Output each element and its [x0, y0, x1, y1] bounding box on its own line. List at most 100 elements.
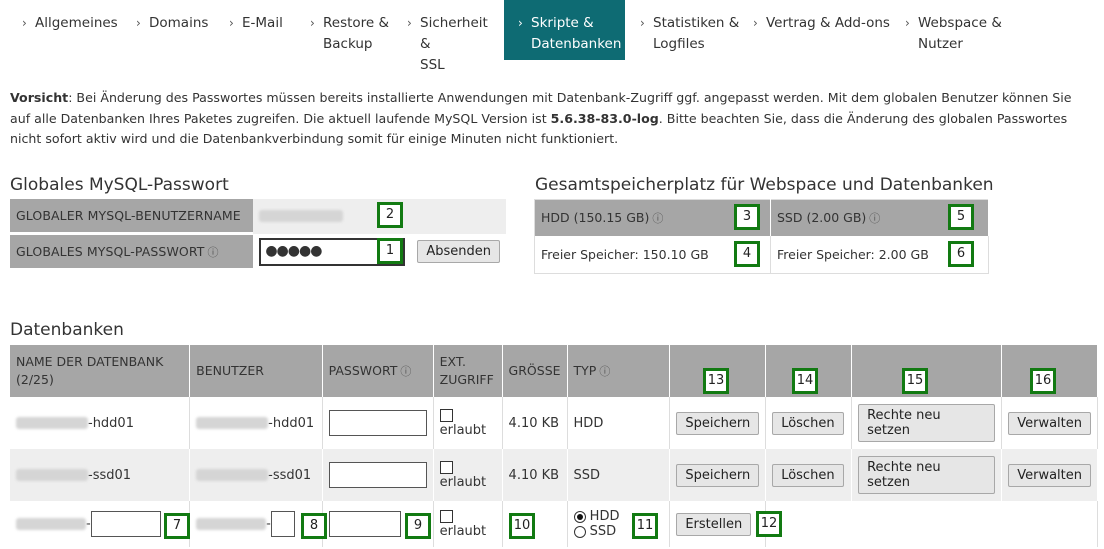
annotation-badge: 12 [756, 511, 782, 537]
tab-restore-backup[interactable]: › Restore & Backup [305, 0, 395, 60]
tab-statistiken-logfiles[interactable]: › Statistiken & Logfiles [635, 0, 740, 60]
info-icon[interactable]: ⓘ [652, 210, 663, 226]
global-user-label: GLOBALER MYSQL-BENUTZERNAME [10, 199, 254, 235]
radio-hdd[interactable] [573, 510, 586, 523]
submit-cell: Absenden [411, 233, 506, 270]
info-icon[interactable]: ⓘ [400, 363, 411, 381]
blurred-db-name [16, 417, 88, 429]
chevron-right-icon: › [905, 16, 910, 30]
delete-button[interactable]: Löschen [772, 463, 844, 487]
ssd-label: SSD (2.00 GB) [777, 210, 867, 225]
tab-label-line2: Logfiles [653, 36, 705, 52]
empty-cell [851, 501, 1002, 547]
db-user-suffix: -hdd01 [268, 415, 315, 431]
db-user-suffix: -ssd01 [268, 467, 312, 483]
chevron-right-icon: › [518, 16, 523, 30]
mysql-section-title: Globales MySQL-Passwort [10, 175, 229, 195]
tab-allgemeines[interactable]: › Allgemeines [17, 0, 127, 60]
tab-vertrag-addons[interactable]: › Vertrag & Add-ons [748, 0, 898, 60]
submit-button[interactable]: Absenden [417, 240, 500, 263]
blurred-db-user [196, 469, 269, 481]
storage-section-title: Gesamtspeicherplatz für Webspace und Dat… [535, 175, 994, 195]
annotation-badge: 1 [377, 238, 403, 264]
annotation-badge: 3 [734, 204, 760, 230]
chevron-right-icon: › [753, 16, 758, 30]
blurred-db-user [196, 417, 269, 429]
db-password-cell [322, 397, 434, 449]
info-icon[interactable]: ⓘ [869, 210, 880, 226]
info-icon[interactable]: ⓘ [599, 363, 610, 381]
save-cell: Speichern [669, 449, 767, 501]
annotation-badge: 4 [734, 241, 760, 267]
col-ext-access: EXT. ZUGRIFF [433, 345, 503, 397]
save-button[interactable]: Speichern [676, 463, 760, 487]
save-cell: Speichern [669, 397, 767, 449]
tab-skripte-datenbanken[interactable]: › Skripte & Datenbanken [504, 0, 625, 60]
warning-text: Vorsicht: Bei Änderung des Passwortes mü… [10, 88, 1095, 150]
blurred-db-name [16, 469, 88, 481]
blurred-prefix [196, 518, 267, 530]
radio-hdd-label: HDD [589, 509, 620, 524]
db-name-suffix: -hdd01 [88, 415, 134, 431]
annotation-badge: 7 [164, 513, 190, 539]
new-db-password-input[interactable] [328, 511, 401, 537]
annotation-badge: 5 [948, 204, 974, 230]
tab-webspace-nutzer[interactable]: › Webspace & Nutzer [900, 0, 1010, 60]
new-ext-access-cell: erlaubt [433, 501, 503, 547]
db-password-input[interactable] [328, 410, 427, 436]
tab-label: Allgemeines [35, 15, 118, 31]
empty-cell [1001, 501, 1098, 547]
manage-button[interactable]: Verwalten [1008, 411, 1091, 435]
annotation-badge: 9 [405, 513, 431, 539]
db-size: 4.10 KB [502, 449, 568, 501]
global-password-label-cell: GLOBALES MYSQL-PASSWORT ⓘ [10, 233, 254, 271]
col-type-label: TYP [573, 362, 597, 378]
reset-permissions-button[interactable]: Rechte neu setzen [858, 456, 996, 494]
ext-access-label: erlaubt [439, 475, 487, 490]
db-password-input[interactable] [328, 462, 427, 488]
tab-label: Sicherheit & [420, 15, 488, 52]
tab-sicherheit-ssl[interactable]: › Sicherheit & SSL [402, 0, 502, 73]
new-ext-access-checkbox[interactable] [439, 510, 453, 523]
col-ext-line1: EXT. [439, 354, 467, 369]
create-cell: Erstellen [669, 501, 767, 547]
blurred-username [259, 210, 344, 223]
table-header-row: NAME DER DATENBANK (2/25) BENUTZER PASSW… [10, 345, 1098, 397]
col-name: NAME DER DATENBANK (2/25) [10, 345, 191, 397]
annotation-badge: 8 [301, 513, 327, 539]
reset-permissions-button[interactable]: Rechte neu setzen [858, 404, 996, 442]
ext-access-checkbox[interactable] [439, 409, 453, 422]
tab-label-line2: Backup [323, 36, 373, 52]
new-db-name-input[interactable] [90, 511, 161, 537]
annotation-badge: 2 [377, 202, 403, 228]
delete-button[interactable]: Löschen [772, 411, 844, 435]
db-password-cell [322, 449, 434, 501]
table-row: -ssd01 -ssd01 erlaubt 4.10 KB SSD Speich… [10, 449, 1098, 501]
db-user-cell: -ssd01 [189, 449, 323, 501]
chevron-right-icon: › [640, 16, 645, 30]
delete-cell: Löschen [765, 397, 853, 449]
blurred-prefix [16, 518, 86, 530]
info-icon[interactable]: ⓘ [207, 244, 218, 260]
col-password-label: PASSWORT [328, 362, 398, 378]
tab-label-line2: SSL [420, 57, 445, 73]
tab-domains[interactable]: › Domains [131, 0, 221, 60]
annotation-badge: 16 [1030, 368, 1056, 394]
db-name-suffix: -ssd01 [88, 467, 132, 483]
annotation-badge: 6 [948, 241, 974, 267]
new-db-user-input[interactable] [270, 511, 295, 537]
tab-email[interactable]: › E-Mail [224, 0, 304, 60]
mysql-version: 5.6.38-83.0-log [550, 110, 659, 126]
storage-table: HDD (150.15 GB) ⓘ SSD (2.00 GB) ⓘ Freier S… [534, 199, 989, 274]
col-type: TYP ⓘ [567, 345, 671, 397]
chevron-right-icon: › [310, 16, 315, 30]
reset-cell: Rechte neu setzen [851, 449, 1003, 501]
save-button[interactable]: Speichern [676, 411, 760, 435]
tab-label: Domains [149, 15, 209, 31]
chevron-right-icon: › [407, 16, 412, 30]
ext-access-checkbox[interactable] [439, 461, 453, 474]
databases-section-title: Datenbanken [10, 320, 124, 340]
manage-button[interactable]: Verwalten [1008, 463, 1091, 487]
radio-ssd[interactable] [573, 525, 586, 538]
create-button[interactable]: Erstellen [676, 512, 752, 536]
